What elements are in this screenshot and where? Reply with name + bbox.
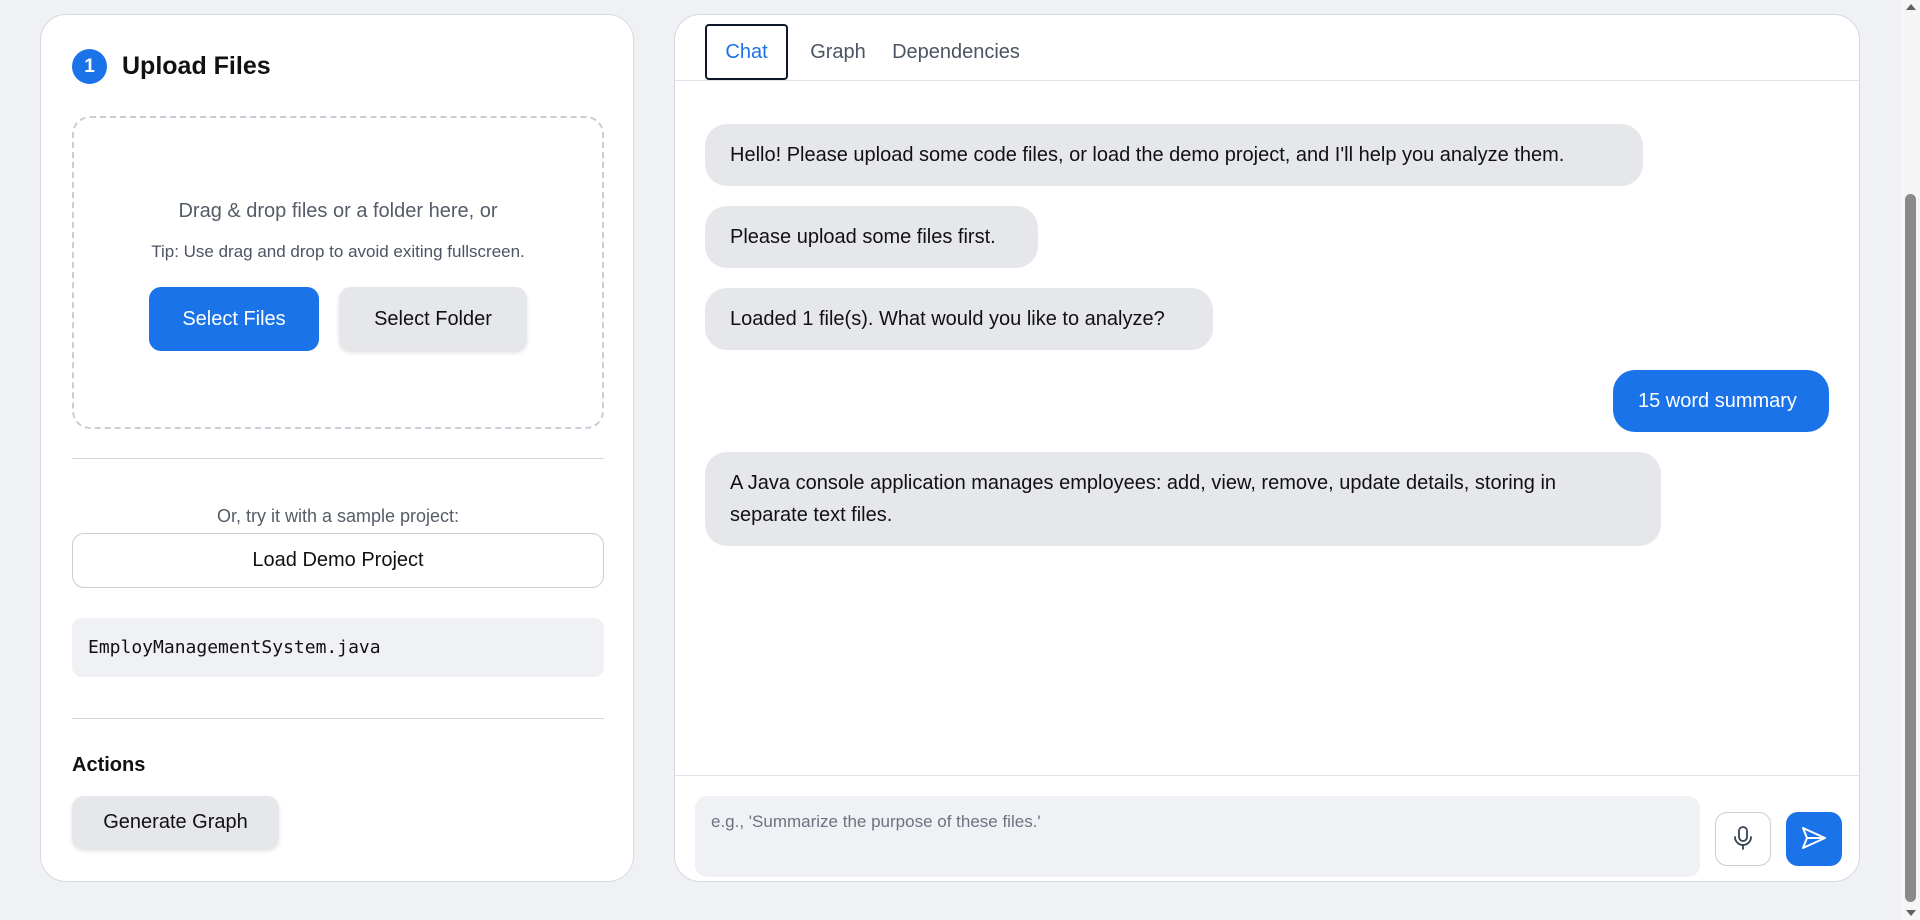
- select-folder-button[interactable]: Select Folder: [339, 287, 527, 351]
- divider: [72, 458, 604, 459]
- tab-chat[interactable]: Chat: [705, 24, 788, 80]
- app-root: 1 Upload Files Drag & drop files or a fo…: [0, 0, 1920, 920]
- scroll-down-arrow-icon[interactable]: [1906, 910, 1916, 916]
- send-button[interactable]: [1786, 812, 1842, 866]
- upload-title: Upload Files: [122, 52, 271, 80]
- step-badge: 1: [72, 49, 107, 84]
- chat-panel: Chat Graph Dependencies Hello! Please up…: [674, 14, 1860, 882]
- user-message: 15 word summary: [1613, 370, 1829, 432]
- chat-input[interactable]: [695, 796, 1700, 877]
- scrollbar-thumb[interactable]: [1905, 194, 1916, 902]
- dropzone-buttons: Select Files Select Folder: [74, 287, 602, 351]
- select-files-button[interactable]: Select Files: [149, 287, 319, 351]
- actions-heading: Actions: [72, 754, 146, 776]
- message-list: Hello! Please upload some code files, or…: [675, 81, 1859, 775]
- page-scrollbar[interactable]: [1901, 0, 1920, 920]
- send-icon: [1800, 825, 1828, 854]
- chat-input-bar: [675, 775, 1859, 881]
- generate-graph-button[interactable]: Generate Graph: [72, 796, 279, 849]
- microphone-button[interactable]: [1715, 812, 1771, 866]
- tab-dependencies[interactable]: Dependencies: [889, 24, 1023, 80]
- load-demo-button[interactable]: Load Demo Project: [72, 533, 604, 588]
- tab-graph[interactable]: Graph: [805, 24, 871, 80]
- scroll-up-arrow-icon[interactable]: [1906, 4, 1916, 10]
- upload-panel: 1 Upload Files Drag & drop files or a fo…: [40, 14, 634, 882]
- tab-bar: Chat Graph Dependencies: [675, 15, 1859, 81]
- divider: [72, 718, 604, 719]
- upload-header: 1 Upload Files: [72, 49, 271, 84]
- microphone-icon: [1731, 825, 1755, 854]
- bot-message: A Java console application manages emplo…: [705, 452, 1661, 546]
- sample-project-text: Or, try it with a sample project:: [216, 506, 460, 526]
- bot-message: Please upload some files first.: [705, 206, 1038, 268]
- bot-message: Hello! Please upload some code files, or…: [705, 124, 1643, 186]
- dropzone-tip: Tip: Use drag and drop to avoid exiting …: [151, 242, 525, 261]
- bot-message: Loaded 1 file(s). What would you like to…: [705, 288, 1213, 350]
- file-dropzone[interactable]: Drag & drop files or a folder here, or T…: [72, 116, 604, 429]
- file-list-item[interactable]: EmployManagementSystem.java: [72, 618, 604, 677]
- dropzone-text: Drag & drop files or a folder here, or: [178, 200, 498, 222]
